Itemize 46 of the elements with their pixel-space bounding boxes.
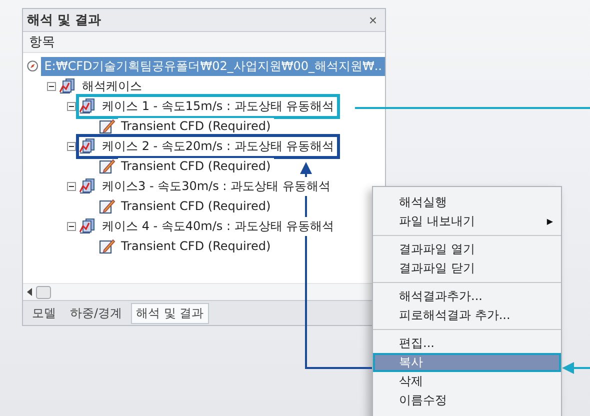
column-header: 항목 <box>23 32 385 53</box>
menu-item-label: 피로해석결과 추가... <box>399 307 510 324</box>
compass-icon <box>27 58 38 74</box>
tree-item[interactable]: Transient CFD (Required) <box>118 118 274 134</box>
menu-item[interactable]: 이름수정 <box>373 391 561 410</box>
edit-document-icon <box>99 238 115 254</box>
submenu-arrow: ▶ <box>546 217 553 226</box>
menu-item[interactable]: 해석실행 <box>373 193 561 212</box>
tab[interactable]: 해석 및 결과 <box>131 302 209 324</box>
scroll-left-icon[interactable] <box>27 288 33 296</box>
edit-document-icon <box>99 158 115 174</box>
collapse-icon[interactable] <box>67 222 76 230</box>
collapse-icon[interactable] <box>47 82 56 90</box>
menu-item-label: 파일 내보내기 <box>399 213 475 230</box>
tree-item[interactable]: Transient CFD (Required) <box>118 158 274 174</box>
menu-item[interactable]: 편집... <box>373 334 561 353</box>
edit-document-icon <box>99 198 115 214</box>
menu-item-label: 삭제 <box>399 373 423 390</box>
stacked-chart-icon <box>79 138 96 154</box>
menu-item-label: 복사 <box>399 354 423 371</box>
collapse-icon[interactable] <box>67 102 76 110</box>
menu-item[interactable]: 결과파일 열기 <box>373 240 561 259</box>
edit-document-icon <box>99 118 115 134</box>
stacked-chart-icon <box>79 178 96 194</box>
collapse-icon[interactable] <box>67 142 76 150</box>
stacked-chart-icon <box>79 218 96 234</box>
menu-item[interactable]: 파일 내보내기 ▶ <box>373 212 561 231</box>
menu-item[interactable]: 피로해석결과 추가... <box>373 306 561 325</box>
menu-item[interactable]: 삭제 <box>373 372 561 391</box>
menu-item-label: 결과파일 열기 <box>399 241 475 258</box>
panel-title: 해석 및 결과 <box>27 12 102 29</box>
menu-item-label: 편집... <box>399 335 434 352</box>
tab[interactable]: 하중/경계 <box>65 302 128 324</box>
close-button[interactable]: × <box>366 12 379 28</box>
menu-item-label: 해석결과추가... <box>399 288 482 305</box>
menu-item-label: 이름수정 <box>399 392 447 409</box>
stacked-chart-icon <box>59 78 76 94</box>
tab[interactable]: 모델 <box>27 302 61 324</box>
scroll-thumb-icon[interactable] <box>36 286 51 298</box>
leader-arrow <box>562 362 590 374</box>
menu-item[interactable]: 결과파일 닫기 <box>373 259 561 278</box>
collapse-icon[interactable] <box>67 182 76 190</box>
menu-item[interactable]: 해석결과추가... <box>373 287 561 306</box>
menu-item-label: 해석실행 <box>399 194 447 211</box>
menu-item-label: 결과파일 닫기 <box>399 260 475 277</box>
stacked-chart-icon <box>79 98 96 114</box>
